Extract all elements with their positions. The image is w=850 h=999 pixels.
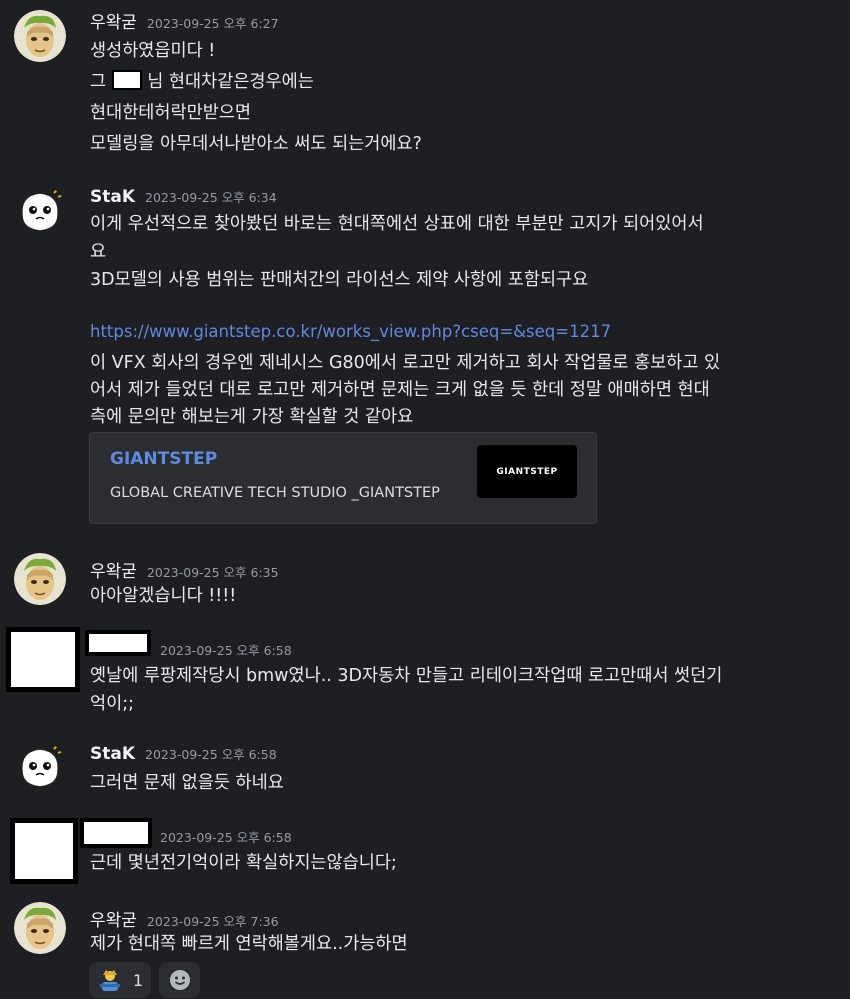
embed-thumbnail-text: GIANTSTEP (496, 466, 558, 477)
username[interactable]: StaK (90, 744, 135, 764)
message-text-rest: 님 현대차같은경우에는 (147, 72, 314, 92)
ghost-face-icon (14, 741, 66, 793)
timestamp: 2023-09-25 오후 6:58 (160, 830, 292, 845)
ghost-face-icon (14, 185, 66, 237)
timestamp: 2023-09-25 오후 7:36 (146, 914, 279, 929)
message-header: 우왁굳 2023-09-25 오후 6:35 (90, 557, 279, 582)
message-text: 요 (90, 242, 107, 262)
message-text: 옛날에 루팡제작당시 bmw였나.. 3D자동차 만들고 리테이크작업때 로고만… (90, 666, 723, 686)
message-header: StaK 2023-09-25 오후 6:34 (90, 187, 277, 207)
message-link[interactable]: https://www.giantstep.co.kr/works_view.p… (90, 322, 611, 341)
message-header: 우왁굳 2023-09-25 오후 6:27 (90, 8, 279, 33)
timestamp: 2023-09-25 오후 6:58 (160, 643, 292, 658)
message-header: StaK 2023-09-25 오후 6:58 (90, 744, 277, 764)
message-text: 3D모델의 사용 범위는 판매처간의 라이선스 제약 사항에 포함되구요 (90, 270, 589, 290)
face-icon (14, 553, 66, 605)
timestamp: 2023-09-25 오후 6:27 (146, 16, 279, 31)
face-icon (14, 902, 66, 954)
message-text: 어서 제가 들었던 대로 로고만 제거하면 문제는 크게 없을 듯 한데 정말 … (90, 380, 710, 400)
person-emoji-icon (100, 970, 120, 991)
username[interactable]: 우왁굳 (90, 911, 137, 931)
redacted-avatar (10, 818, 78, 884)
avatar-wowakgood[interactable] (14, 902, 66, 954)
message-text: 측에 문의만 해보는게 가장 확실할 것 같아요 (90, 407, 414, 427)
username[interactable]: 우왁굳 (90, 13, 137, 33)
message-text: 이게 우선적으로 찾아봤던 바로는 현대쪽에선 상표에 대한 부분만 고지가 되… (90, 214, 704, 234)
message-text: 모델링을 아무데서나받아소 써도 되는거에요? (90, 134, 422, 154)
message-prefix: 그 (90, 72, 107, 92)
avatar-stak[interactable] (14, 741, 66, 793)
message-text: 제가 현대쪽 빠르게 연락해볼게요..가능하면 (90, 934, 408, 954)
timestamp: 2023-09-25 오후 6:58 (145, 747, 277, 762)
timestamp: 2023-09-25 오후 6:34 (145, 190, 277, 205)
add-reaction-icon (169, 970, 190, 990)
username[interactable]: 우왁굳 (90, 562, 137, 582)
message-text: 아아알겠습니다 !!!! (90, 586, 237, 606)
message-text: 억이;; (90, 694, 134, 714)
link-embed: GIANTSTEP GLOBAL CREATIVE TECH STUDIO _G… (89, 432, 597, 524)
add-reaction-button[interactable] (159, 962, 200, 998)
avatar-wowakgood[interactable] (14, 553, 66, 605)
redacted-username (80, 818, 152, 848)
message-text: 이 VFX 회사의 경우엔 제네시스 G80에서 로고만 제거하고 회사 작업물… (90, 353, 721, 373)
reaction-person[interactable]: 1 (89, 962, 151, 998)
redacted-username (85, 630, 151, 656)
message-header: 우왁굳 2023-09-25 오후 7:36 (90, 906, 279, 931)
message-header: 2023-09-25 오후 6:58 (150, 827, 292, 846)
username[interactable]: StaK (90, 187, 135, 207)
face-icon (14, 10, 66, 62)
message-text: 그러면 문제 없을듯 하네요 (90, 773, 284, 793)
embed-thumbnail[interactable]: GIANTSTEP (477, 445, 577, 498)
timestamp: 2023-09-25 오후 6:35 (146, 565, 279, 580)
avatar-stak[interactable] (14, 185, 66, 237)
reaction-count: 1 (133, 970, 144, 990)
message-header: 2023-09-25 오후 6:58 (150, 640, 292, 659)
embed-description: GLOBAL CREATIVE TECH STUDIO _GIANTSTEP (110, 485, 440, 501)
message-text: 근데 몇년전기억이라 확실하지는않습니다; (90, 853, 397, 873)
message-text: 현대한테허락만받으면 (90, 103, 251, 123)
embed-title[interactable]: GIANTSTEP (110, 449, 217, 469)
message-text: 그 님 현대차같은경우에는 (90, 68, 314, 93)
message-text: 생성하였읍미다 ! (90, 41, 216, 61)
avatar-wowakgood[interactable] (14, 10, 66, 62)
redacted-avatar (6, 627, 80, 692)
redacted-mention (111, 70, 142, 90)
